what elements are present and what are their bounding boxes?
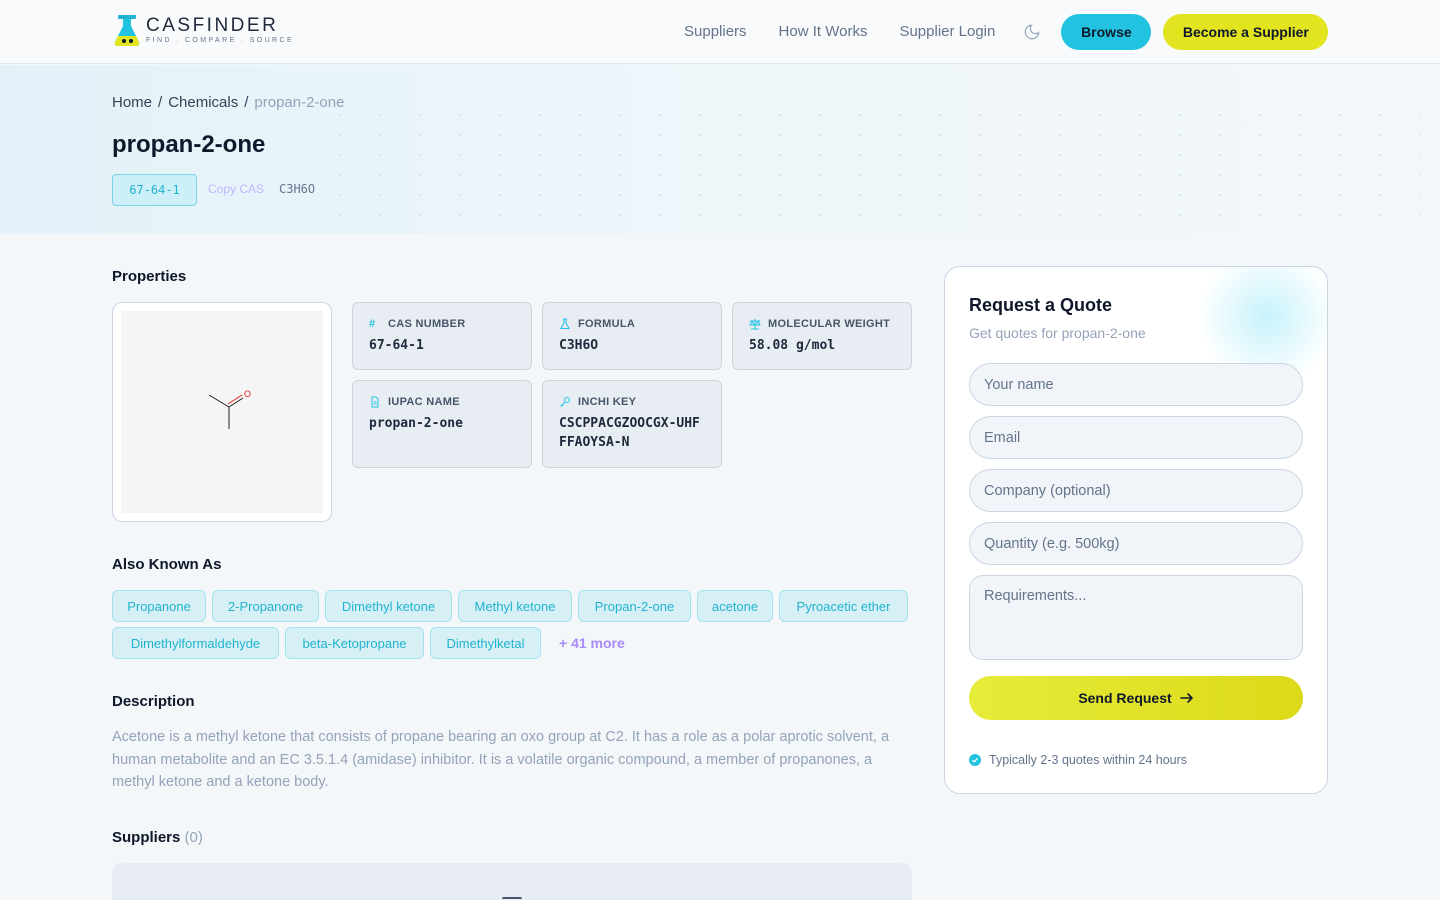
company-input[interactable] xyxy=(969,469,1303,512)
property-value: 67-64-1 xyxy=(369,338,424,353)
property-label: CAS NUMBER xyxy=(388,318,466,330)
main-nav: Suppliers How It Works Supplier Login Br… xyxy=(684,14,1329,50)
more-synonyms-button[interactable]: + 41 more xyxy=(559,635,625,651)
breadcrumb-separator: / xyxy=(158,94,163,111)
moon-icon[interactable] xyxy=(1023,23,1041,41)
suppliers-count: (0) xyxy=(184,829,203,846)
logo-tagline: FIND . COMPARE . SOURCE xyxy=(146,37,295,44)
property-cas-number: # CAS NUMBER 67-64-1 xyxy=(352,302,532,370)
quantity-input[interactable] xyxy=(969,522,1303,565)
request-quote-card: Request a Quote Get quotes for propan-2-… xyxy=(944,266,1328,794)
hero-formula: C3H6O xyxy=(279,182,316,196)
flask-logo-icon xyxy=(112,14,142,48)
hash-icon: # xyxy=(369,318,376,330)
property-iupac-name: IUPAC NAME propan-2-one xyxy=(352,380,532,468)
synonym-tag[interactable]: Dimethylformaldehyde xyxy=(112,627,279,659)
nav-suppliers[interactable]: Suppliers xyxy=(684,14,747,50)
page-title: propan-2-one xyxy=(112,131,266,158)
email-input[interactable] xyxy=(969,416,1303,459)
send-request-label: Send Request xyxy=(1078,690,1172,706)
name-input[interactable] xyxy=(969,363,1303,406)
breadcrumb-current: propan-2-one xyxy=(254,94,345,111)
breadcrumb-separator: / xyxy=(244,94,249,111)
quote-title: Request a Quote xyxy=(969,295,1113,315)
structure-oxygen-label: O xyxy=(244,389,251,399)
property-value: propan-2-one xyxy=(369,416,463,431)
logo[interactable]: CASFINDER FIND . COMPARE . SOURCE xyxy=(112,14,294,48)
suppliers-heading: Suppliers (0) xyxy=(112,829,203,846)
suppliers-heading-label: Suppliers xyxy=(112,829,181,846)
cas-badge: 67-64-1 xyxy=(112,174,197,206)
send-request-button[interactable]: Send Request xyxy=(969,676,1303,720)
become-supplier-button[interactable]: Become a Supplier xyxy=(1163,14,1329,50)
property-value: 58.08 g/mol xyxy=(749,338,836,353)
nav-how-it-works[interactable]: How It Works xyxy=(779,14,868,50)
quote-note-text: Typically 2-3 quotes within 24 hours xyxy=(989,753,1188,767)
property-molecular-weight: MOLECULAR WEIGHT 58.08 g/mol xyxy=(732,302,912,370)
synonym-tag[interactable]: 2-Propanone xyxy=(212,590,319,622)
property-inchi-key: INCHI KEY CSCPPACGZOOCGX-UHFFFAOYSA-N xyxy=(542,380,722,468)
synonym-tag[interactable]: Dimethyl ketone xyxy=(325,590,452,622)
property-formula: FORMULA C3H6O xyxy=(542,302,722,370)
property-label: INCHI KEY xyxy=(578,396,637,408)
property-label: MOLECULAR WEIGHT xyxy=(768,318,891,330)
description-heading: Description xyxy=(112,693,195,710)
molecule-structure-image: O xyxy=(121,311,323,513)
scale-icon xyxy=(749,318,761,330)
breadcrumb-home[interactable]: Home xyxy=(112,94,152,111)
chemical-hero: Home / Chemicals / propan-2-one propan-2… xyxy=(0,65,1440,234)
flask-icon xyxy=(559,318,571,330)
breadcrumb: Home / Chemicals / propan-2-one xyxy=(112,94,344,111)
synonym-tag[interactable]: Propanone xyxy=(112,590,206,622)
synonym-tag[interactable]: Methyl ketone xyxy=(458,590,572,622)
suppliers-empty-state xyxy=(112,863,912,900)
nav-supplier-login[interactable]: Supplier Login xyxy=(899,14,995,50)
check-circle-icon xyxy=(969,754,981,766)
synonyms-heading: Also Known As xyxy=(112,556,222,573)
property-value: CSCPPACGZOOCGX-UHFFFAOYSA-N xyxy=(559,416,700,450)
synonym-tag[interactable]: Propan-2-one xyxy=(578,590,691,622)
browse-button[interactable]: Browse xyxy=(1061,14,1152,50)
property-label: IUPAC NAME xyxy=(388,396,460,408)
structure-card: O xyxy=(112,302,332,522)
requirements-textarea[interactable] xyxy=(969,575,1303,660)
synonym-tag[interactable]: Dimethylketal xyxy=(430,627,541,659)
synonym-tag[interactable]: acetone xyxy=(697,590,773,622)
quote-subtitle: Get quotes for propan-2-one xyxy=(969,325,1146,341)
arrow-right-icon xyxy=(1179,693,1193,703)
properties-heading: Properties xyxy=(112,268,187,285)
top-navigation-bar: CASFINDER FIND . COMPARE . SOURCE Suppli… xyxy=(0,0,1440,64)
description-text: Acetone is a methyl ketone that consists… xyxy=(112,729,890,790)
key-icon xyxy=(559,396,571,408)
copy-cas-button[interactable]: Copy CAS xyxy=(208,182,264,196)
property-label: FORMULA xyxy=(578,318,636,330)
synonym-tag[interactable]: Pyroacetic ether xyxy=(779,590,908,622)
dot-pattern-background xyxy=(320,105,1420,225)
document-icon xyxy=(369,396,381,408)
breadcrumb-chemicals[interactable]: Chemicals xyxy=(168,94,238,111)
property-value: C3H6O xyxy=(559,338,599,353)
quote-note: Typically 2-3 quotes within 24 hours xyxy=(969,753,1187,767)
synonym-tag[interactable]: beta-Ketopropane xyxy=(285,627,424,659)
logo-name: CASFINDER xyxy=(146,15,279,36)
